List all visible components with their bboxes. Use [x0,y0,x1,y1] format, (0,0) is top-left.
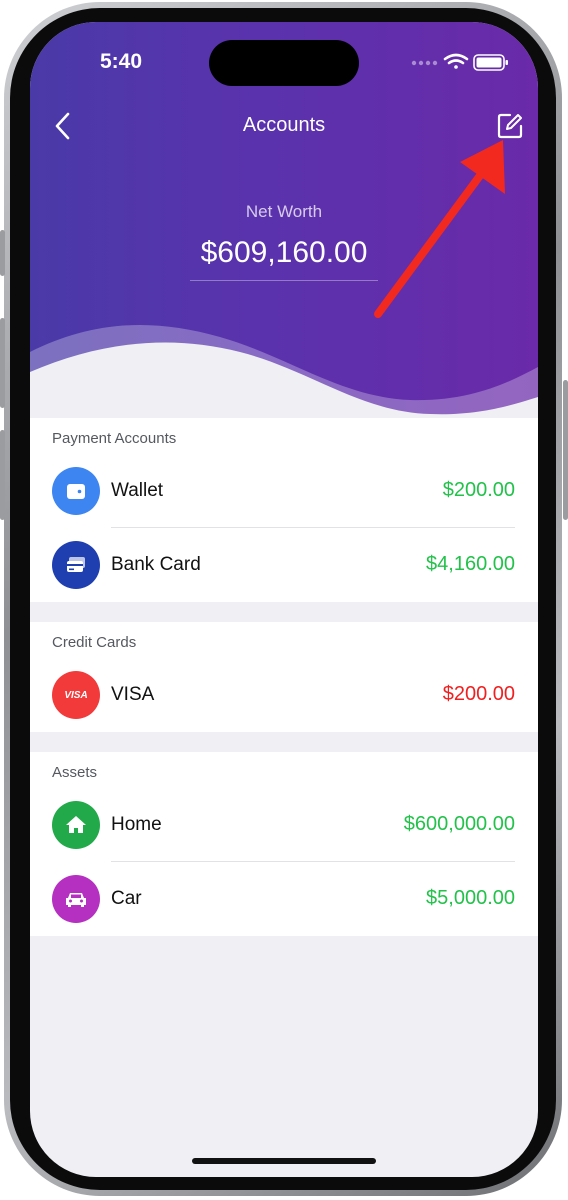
account-amount: $600,000.00 [403,813,515,835]
volume-down-button [0,430,5,520]
account-amount: $4,160.00 [426,553,515,575]
status-icons [411,53,508,71]
account-label: Car [111,888,142,909]
action-button [0,230,5,276]
battery-icon [473,54,508,71]
account-label: VISA [111,684,155,705]
bank-card-icon [52,541,100,589]
account-label: Bank Card [111,554,201,575]
net-worth-underline [190,280,378,281]
status-time: 5:40 [100,50,143,73]
wifi-icon [443,53,469,69]
signal-icon [411,60,438,66]
account-amount: $200.00 [442,479,515,501]
home-icon [52,801,100,849]
dynamic-island [209,40,359,86]
account-row-bank-card[interactable]: Bank Card $4,160.00 [30,528,538,602]
account-amount: $5,000.00 [426,887,515,909]
section-title: Payment Accounts [52,430,177,447]
account-row-home[interactable]: Home $600,000.00 [30,788,538,862]
annotation-arrow [374,140,505,318]
visa-icon: VISA [52,671,100,719]
credit-cards-section: Credit Cards VISA VISA $200.00 [30,622,538,732]
header-wave [30,325,538,422]
account-label: Wallet [111,480,164,501]
volume-up-button [0,318,5,408]
account-label: Home [111,814,162,835]
account-row-car[interactable]: Car $5,000.00 [30,862,538,936]
assets-section: Assets Home $600,000.00 Car $5,000.00 [30,752,538,936]
account-amount: $200.00 [442,683,515,705]
section-title: Assets [52,764,98,781]
car-icon [52,875,100,923]
wallet-icon [52,467,100,515]
power-button [563,380,568,520]
section-title: Credit Cards [52,634,137,651]
app-screen: 5:40 Accounts Net Worth $609,160.00 Paym… [30,22,538,1177]
account-row-visa[interactable]: VISA VISA $200.00 [30,658,538,732]
account-row-wallet[interactable]: Wallet $200.00 [30,454,538,528]
home-indicator[interactable] [192,1158,376,1164]
payment-accounts-section: Payment Accounts Wallet $200.00 Bank Car… [30,418,538,602]
